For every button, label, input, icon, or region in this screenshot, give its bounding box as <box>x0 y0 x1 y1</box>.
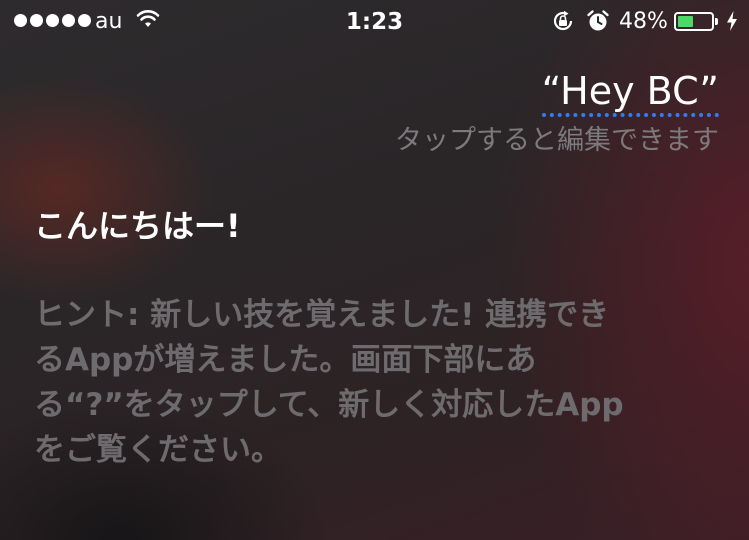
charging-bolt-icon <box>727 11 737 31</box>
alarm-icon <box>587 10 609 31</box>
siri-hint-text: ヒント: 新しい技を覚えました! 連携できるAppが増えました。画面下部にある“… <box>34 297 624 468</box>
rotation-lock-icon <box>553 10 573 31</box>
tap-to-edit-hint: タップすると編集できます <box>395 125 719 156</box>
siri-query-text[interactable]: “Hey BC” <box>541 69 719 117</box>
status-bar: au 1:23 48% <box>0 0 749 42</box>
battery-percent: 48% <box>619 9 668 34</box>
battery-nub <box>715 18 718 25</box>
battery-icon <box>674 12 714 31</box>
battery-level-fill <box>678 16 694 27</box>
siri-greeting: こんにちはー! <box>34 207 241 245</box>
siri-query[interactable]: “Hey BC” <box>541 68 719 117</box>
